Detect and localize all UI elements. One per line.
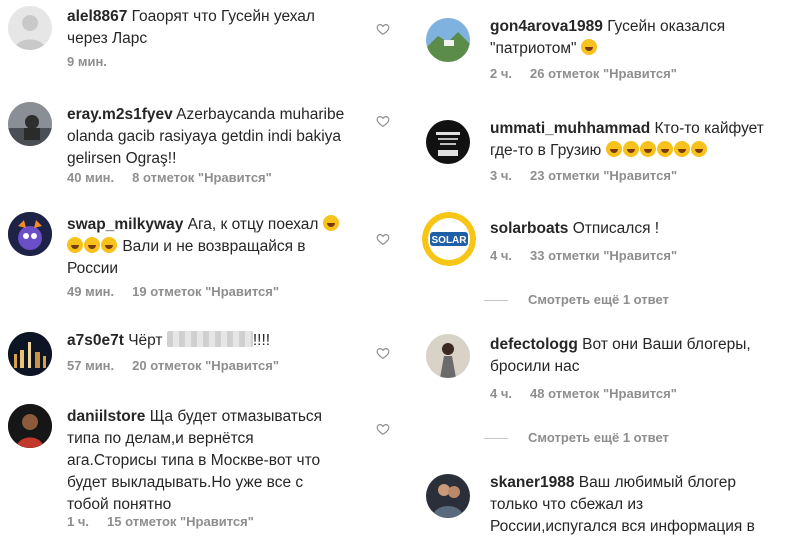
comment-body: a7s0e7t Чёрт !!!!	[67, 330, 347, 352]
comment-meta: 4 ч. 33 отметки "Нравится"	[490, 248, 677, 263]
reply-divider	[484, 438, 508, 440]
view-replies-link[interactable]: Смотреть ещё 1 ответ	[484, 292, 669, 307]
comment-body: swap_milkyway Ага, к отцу поехал Вали и …	[67, 214, 347, 280]
laughing-emoji-icon	[605, 141, 622, 157]
comment-body: defectologg Вот они Ваши блогеры, бросил…	[490, 334, 770, 378]
comment-time[interactable]: 49 мин.	[67, 284, 114, 299]
avatar-logo-text: SOLAR	[432, 235, 468, 246]
heart-outline-icon[interactable]	[376, 114, 390, 128]
comment-username[interactable]: gon4arova1989	[490, 18, 603, 35]
comment-likes[interactable]: 15 отметок "Нравится"	[107, 514, 254, 529]
laughing-emoji-icon	[656, 141, 673, 157]
comment-body: ummati_muhhammad Кто-то кайфует где-то в…	[490, 118, 790, 162]
laughing-emoji-icon	[101, 237, 117, 253]
censored-word	[166, 331, 253, 347]
view-replies-label[interactable]: Смотреть ещё 1 ответ	[528, 430, 669, 445]
comment-time[interactable]: 57 мин.	[67, 358, 114, 373]
comment-meta: 4 ч. 48 отметок "Нравится"	[490, 386, 677, 401]
comment-time[interactable]: 3 ч.	[490, 168, 512, 183]
comment-username[interactable]: solarboats	[490, 220, 568, 237]
reply-divider	[484, 300, 508, 302]
avatar[interactable]	[8, 332, 52, 376]
comment-likes[interactable]: 48 отметок "Нравится"	[530, 386, 677, 401]
heart-outline-icon[interactable]	[376, 22, 390, 36]
comment-time[interactable]: 9 мин.	[67, 54, 107, 69]
comment-body: gon4arova1989 Гусейн оказался "патриотом…	[490, 16, 770, 60]
comment-likes[interactable]: 20 отметок "Нравится"	[132, 358, 279, 373]
laughing-emoji-icon	[322, 215, 339, 231]
comment-text-part: !!!!	[252, 332, 271, 349]
heart-outline-icon[interactable]	[376, 422, 390, 436]
avatar[interactable]	[8, 404, 52, 448]
laughing-emoji-icon	[580, 39, 597, 55]
comment-body: solarboats Отписался !	[490, 218, 770, 240]
avatar[interactable]	[426, 474, 470, 518]
avatar[interactable]: SOLAR	[422, 212, 476, 266]
comment-item: eray.m2s1fyev Azerbaycanda muharibe olan…	[0, 96, 404, 206]
comment-time[interactable]: 40 мин.	[67, 170, 114, 185]
comment-meta: 2 ч. 26 отметок "Нравится"	[490, 66, 677, 81]
comment-username[interactable]: ummati_muhhammad	[490, 120, 650, 137]
laughing-emoji-icon	[673, 141, 690, 157]
laughing-emoji-icon	[639, 141, 656, 157]
comment-username[interactable]: daniilstore	[67, 408, 145, 425]
comment-username[interactable]: defectologg	[490, 336, 578, 353]
heart-outline-icon[interactable]	[376, 232, 390, 246]
comment-meta: 49 мин. 19 отметок "Нравится"	[67, 284, 279, 299]
view-replies-link[interactable]: Смотреть ещё 1 ответ	[484, 430, 669, 445]
comment-body: alel8867 Гоаорят что Гусейн уехал через …	[67, 6, 347, 50]
comment-item: daniilstore Ща будет отмазываться типа п…	[0, 398, 404, 539]
laughing-emoji-icon	[690, 141, 707, 157]
heart-outline-icon[interactable]	[376, 346, 390, 360]
comment-username[interactable]: alel8867	[67, 8, 127, 25]
avatar[interactable]	[8, 102, 52, 146]
laughing-emoji-icon	[622, 141, 639, 157]
comment-username[interactable]: eray.m2s1fyev	[67, 106, 173, 123]
comment-time[interactable]: 1 ч.	[67, 514, 89, 529]
comment-text-part: Чёрт	[128, 332, 163, 349]
comment-body: daniilstore Ща будет отмазываться типа п…	[67, 406, 347, 516]
comment-item: skaner1988 Ваш любимый блогер только что…	[414, 458, 808, 539]
comment-username[interactable]: swap_milkyway	[67, 216, 183, 233]
left-comment-column: alel8867 Гоаорят что Гусейн уехал через …	[0, 0, 404, 539]
laughing-emoji-icon	[67, 237, 83, 253]
comment-time[interactable]: 2 ч.	[490, 66, 512, 81]
comment-body: skaner1988 Ваш любимый блогер только что…	[490, 472, 770, 538]
comment-meta: 9 мин.	[67, 54, 107, 69]
avatar[interactable]	[426, 334, 470, 378]
comment-time[interactable]: 4 ч.	[490, 248, 512, 263]
avatar[interactable]	[8, 212, 52, 256]
avatar[interactable]	[426, 120, 470, 164]
comment-likes[interactable]: 26 отметок "Нравится"	[530, 66, 677, 81]
comment-username[interactable]: a7s0e7t	[67, 332, 124, 349]
comment-item: swap_milkyway Ага, к отцу поехал Вали и …	[0, 206, 404, 326]
comment-time[interactable]: 4 ч.	[490, 386, 512, 401]
comment-likes[interactable]: 23 отметки "Нравится"	[530, 168, 677, 183]
comment-item: a7s0e7t Чёрт !!!! 57 мин. 20 отметок "Нра…	[0, 326, 404, 398]
comment-item: ummati_muhhammad Кто-то кайфует где-то в…	[414, 104, 808, 202]
comment-likes[interactable]: 19 отметок "Нравится"	[132, 284, 279, 299]
view-replies-label[interactable]: Смотреть ещё 1 ответ	[528, 292, 669, 307]
comment-text: Отписался !	[572, 220, 660, 237]
comment-likes[interactable]: 33 отметки "Нравится"	[530, 248, 677, 263]
comment-text-part: Ага, к отцу поехал	[187, 216, 319, 233]
comment-meta: 1 ч. 15 отметок "Нравится"	[67, 514, 254, 529]
comment-item: SOLAR solarboats Отписался ! 4 ч. 33 отме…	[414, 202, 808, 318]
avatar[interactable]	[8, 6, 52, 50]
comment-username[interactable]: skaner1988	[490, 474, 574, 491]
comment-item: alel8867 Гоаорят что Гусейн уехал через …	[0, 0, 404, 96]
comment-item: gon4arova1989 Гусейн оказался "патриотом…	[414, 0, 808, 104]
comment-body: eray.m2s1fyev Azerbaycanda muharibe olan…	[67, 104, 347, 170]
comment-meta: 3 ч. 23 отметки "Нравится"	[490, 168, 677, 183]
comment-meta: 57 мин. 20 отметок "Нравится"	[67, 358, 279, 373]
comment-item: defectologg Вот они Ваши блогеры, бросил…	[414, 318, 808, 458]
comment-likes[interactable]: 8 отметок "Нравится"	[132, 170, 272, 185]
laughing-emoji-icon	[84, 237, 100, 253]
avatar[interactable]	[426, 18, 470, 62]
comment-meta: 40 мин. 8 отметок "Нравится"	[67, 170, 272, 185]
right-comment-column: gon4arova1989 Гусейн оказался "патриотом…	[414, 0, 808, 539]
